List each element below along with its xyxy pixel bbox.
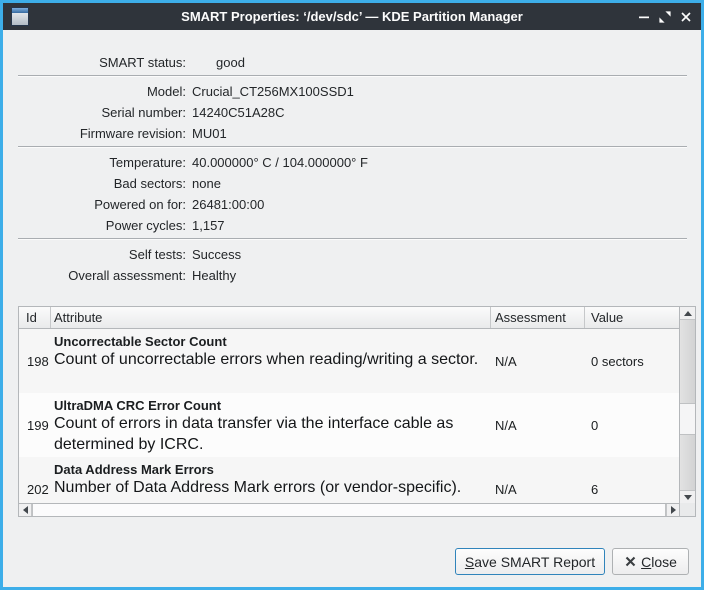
vertical-scrollbar[interactable] [679, 307, 695, 503]
overall-assessment-row: Overall assessment: Healthy [6, 265, 698, 286]
separator [18, 146, 687, 148]
scroll-left-icon[interactable] [19, 504, 32, 516]
bad-sectors-row: Bad sectors: none [6, 173, 698, 194]
self-tests-value: Success [192, 244, 241, 265]
close-x-icon [624, 555, 637, 568]
scroll-right-icon[interactable] [666, 504, 679, 516]
attr-name: UltraDMA CRC Error Count [54, 398, 487, 413]
model-value: Crucial_CT256MX100SSD1 [192, 81, 354, 102]
dialog-content: SMART status: good Model: Crucial_CT256M… [6, 33, 698, 584]
attributes-table-body: 198 Uncorrectable Sector Count Count of … [19, 329, 679, 503]
firmware-revision-row: Firmware revision: MU01 [6, 123, 698, 144]
attr-id: 199 [19, 393, 51, 457]
close-window-icon[interactable] [678, 9, 694, 25]
serial-number-label: Serial number: [6, 102, 186, 123]
table-row[interactable]: 198 Uncorrectable Sector Count Count of … [19, 329, 679, 393]
titlebar[interactable]: SMART Properties: ‘/dev/sdc’ — KDE Parti… [3, 3, 701, 30]
firmware-revision-label: Firmware revision: [6, 123, 186, 144]
power-cycles-label: Power cycles: [6, 215, 186, 236]
model-label: Model: [6, 81, 186, 102]
smart-summary: SMART status: good Model: Crucial_CT256M… [6, 33, 698, 286]
attr-cell: UltraDMA CRC Error Count Count of errors… [51, 393, 491, 457]
save-button-label: ave SMART Report [474, 554, 595, 570]
attr-value: 0 [585, 393, 679, 457]
attributes-table: Id Attribute Assessment Value 198 Uncorr… [18, 306, 696, 517]
firmware-revision-value: MU01 [192, 123, 227, 144]
table-row[interactable]: 202 Data Address Mark Errors Number of D… [19, 457, 679, 503]
save-smart-report-button[interactable]: Save SMART Report [455, 548, 605, 575]
close-button-label: lose [651, 554, 677, 570]
temperature-value: 40.000000° C / 104.000000° F [192, 152, 368, 173]
scrollbar-corner [679, 503, 695, 516]
smart-status-value: good [216, 52, 245, 73]
header-id[interactable]: Id [19, 307, 51, 328]
scroll-up-icon[interactable] [680, 307, 695, 320]
attr-name: Uncorrectable Sector Count [54, 334, 487, 349]
attr-assessment: N/A [491, 457, 585, 503]
smart-properties-dialog: SMART Properties: ‘/dev/sdc’ — KDE Parti… [0, 0, 704, 590]
serial-number-value: 14240C51A28C [192, 102, 285, 123]
close-button[interactable]: Close [612, 548, 689, 575]
horizontal-scrollbar-thumb[interactable] [32, 504, 666, 516]
powered-on-label: Powered on for: [6, 194, 186, 215]
overall-assessment-label: Overall assessment: [6, 265, 186, 286]
bad-sectors-label: Bad sectors: [6, 173, 186, 194]
attr-id: 198 [19, 329, 51, 393]
self-tests-label: Self tests: [6, 244, 186, 265]
overall-assessment-value: Healthy [192, 265, 236, 286]
power-cycles-value: 1,157 [192, 215, 225, 236]
attr-description: Count of uncorrectable errors when readi… [54, 349, 487, 370]
attr-assessment: N/A [491, 393, 585, 457]
header-value[interactable]: Value [585, 307, 679, 328]
attr-assessment: N/A [491, 329, 585, 393]
attr-name: Data Address Mark Errors [54, 462, 487, 477]
attr-value: 6 [585, 457, 679, 503]
self-tests-row: Self tests: Success [6, 244, 698, 265]
attr-cell: Data Address Mark Errors Number of Data … [51, 457, 491, 503]
smart-status-row: SMART status: good [6, 52, 698, 73]
serial-number-row: Serial number: 14240C51A28C [6, 102, 698, 123]
attr-value: 0 sectors [585, 329, 679, 393]
powered-on-value: 26481:00:00 [192, 194, 264, 215]
attr-id: 202 [19, 457, 51, 503]
model-row: Model: Crucial_CT256MX100SSD1 [6, 81, 698, 102]
minimize-icon[interactable] [636, 9, 652, 25]
temperature-label: Temperature: [6, 152, 186, 173]
scroll-down-icon[interactable] [680, 490, 695, 503]
attr-description: Count of errors in data transfer via the… [54, 413, 487, 455]
power-cycles-row: Power cycles: 1,157 [6, 215, 698, 236]
smart-status-label: SMART status: [6, 52, 186, 73]
separator [18, 75, 687, 77]
attr-description: Number of Data Address Mark errors (or v… [54, 477, 487, 498]
temperature-row: Temperature: 40.000000° C / 104.000000° … [6, 152, 698, 173]
vertical-scrollbar-thumb[interactable] [680, 403, 695, 435]
attributes-table-header: Id Attribute Assessment Value [19, 307, 679, 329]
bad-sectors-value: none [192, 173, 221, 194]
window-title: SMART Properties: ‘/dev/sdc’ — KDE Parti… [3, 9, 701, 24]
header-assessment[interactable]: Assessment [491, 307, 585, 328]
table-row[interactable]: 199 UltraDMA CRC Error Count Count of er… [19, 393, 679, 457]
restore-icon[interactable] [657, 9, 673, 25]
separator [18, 238, 687, 240]
powered-on-row: Powered on for: 26481:00:00 [6, 194, 698, 215]
save-button-mnemonic: S [465, 554, 474, 570]
attr-cell: Uncorrectable Sector Count Count of unco… [51, 329, 491, 393]
header-attribute[interactable]: Attribute [51, 307, 491, 328]
close-button-mnemonic: C [641, 554, 651, 570]
horizontal-scrollbar[interactable] [19, 503, 679, 516]
